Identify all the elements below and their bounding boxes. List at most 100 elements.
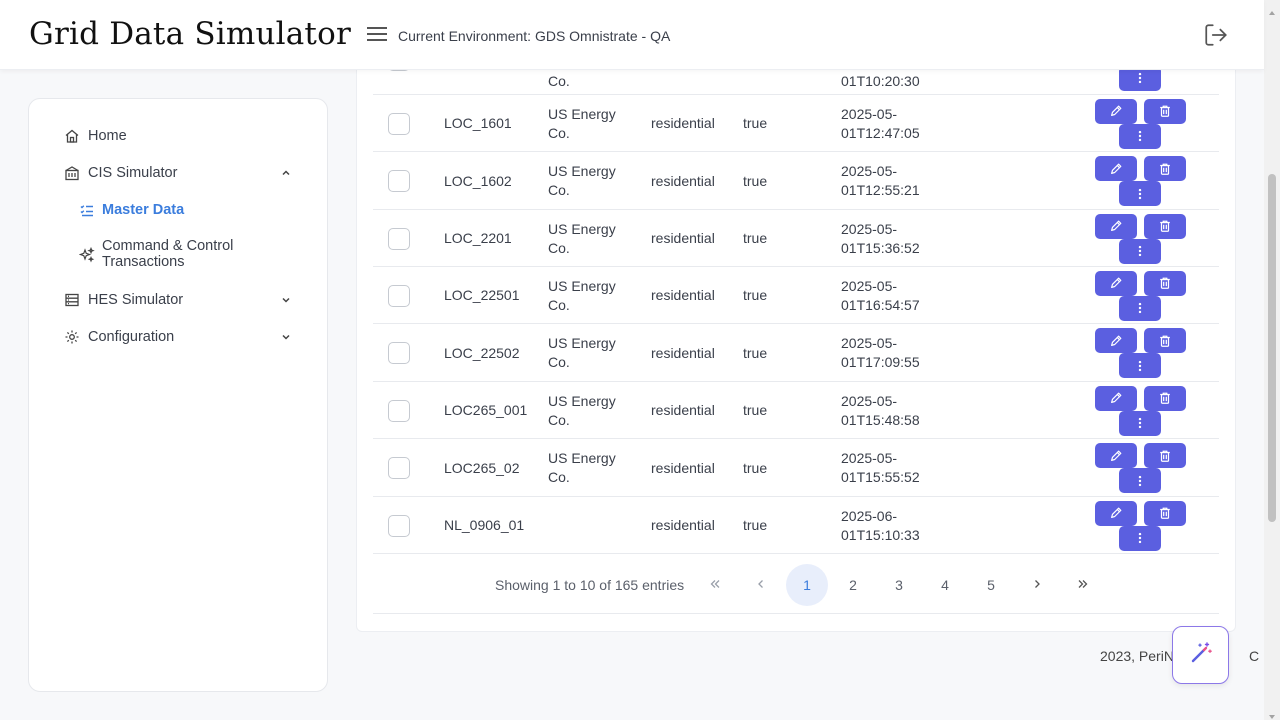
more-actions-button[interactable] (1119, 410, 1161, 436)
edit-button[interactable] (1095, 385, 1137, 411)
first-page-button[interactable] (694, 564, 736, 606)
row-checkbox[interactable] (388, 342, 410, 364)
cell-utility-line2: Co. (548, 411, 570, 428)
cell-utility-line1: US Energy (548, 105, 616, 122)
row-checkbox[interactable] (388, 399, 410, 422)
magic-wand-icon (1188, 640, 1214, 671)
sidebar-item-hes-simulator[interactable]: HES Simulator (29, 291, 327, 309)
cell-date-line2: 01T10:20:30 (841, 72, 920, 89)
sidebar-item-command-control[interactable]: Command & Control Transactions (29, 238, 327, 272)
cell-date-line2: 01T17:09:55 (841, 354, 920, 370)
chevron-up-icon (280, 167, 292, 179)
more-actions-button[interactable] (1119, 238, 1161, 264)
sidebar-item-configuration[interactable]: Configuration (29, 328, 327, 346)
trash-icon (1158, 506, 1172, 520)
pencil-icon (1109, 449, 1123, 463)
magic-wand-button[interactable] (1172, 626, 1229, 684)
cell-utility-line1: US Energy (548, 450, 616, 466)
cell-active: true (743, 344, 768, 361)
more-actions-button[interactable] (1119, 181, 1161, 206)
cell-date-line2: 01T15:48:58 (841, 411, 920, 428)
kebab-menu-icon (1133, 359, 1147, 373)
page-button-5[interactable]: 5 (970, 564, 1012, 606)
prev-page-button[interactable] (740, 564, 782, 606)
next-page-button[interactable] (1016, 564, 1058, 606)
trash-icon (1158, 391, 1172, 405)
sidebar-item-label: CIS Simulator (88, 165, 178, 181)
cell-utility-line1: US Energy (548, 392, 616, 409)
row-checkbox[interactable] (388, 514, 410, 537)
more-actions-button[interactable] (1119, 295, 1161, 321)
cell-location-id: LOC_2201 (444, 230, 512, 246)
cell-utility-line2: Co. (548, 182, 570, 198)
edit-button[interactable] (1095, 500, 1137, 526)
sidebar-item-label: Home (88, 128, 127, 144)
last-page-button[interactable] (1062, 564, 1104, 606)
sidebar-item-label: HES Simulator (88, 292, 184, 308)
edit-button[interactable] (1095, 443, 1137, 468)
delete-button[interactable] (1144, 98, 1186, 124)
edit-button[interactable] (1095, 328, 1137, 353)
scroll-up-arrow-icon[interactable] (1268, 4, 1276, 15)
cell-date-line1: 2025-05- (841, 450, 898, 466)
cell-active: true (743, 230, 768, 246)
edit-button[interactable] (1095, 98, 1137, 124)
cell-date-line2: 01T12:55:21 (841, 182, 920, 198)
delete-button[interactable] (1144, 500, 1186, 526)
chevron-right-icon (1031, 577, 1043, 593)
cell-utility-line2: Co. (548, 124, 570, 141)
more-actions-button[interactable] (1119, 353, 1161, 378)
cell-utility-line2: Co. (548, 354, 570, 370)
delete-button[interactable] (1144, 385, 1186, 411)
more-actions-button[interactable] (1119, 123, 1161, 149)
more-actions-button[interactable] (1119, 525, 1161, 551)
cell-utility-line1: US Energy (548, 335, 616, 351)
row-checkbox[interactable] (388, 112, 410, 135)
pencil-icon (1109, 276, 1123, 290)
row-checkbox[interactable] (388, 170, 410, 192)
cell-type: residential (651, 287, 715, 303)
scrollbar-thumb[interactable] (1268, 174, 1276, 522)
page-button-2[interactable]: 2 (832, 564, 874, 606)
bank-icon (64, 165, 80, 181)
hamburger-menu-icon[interactable] (366, 25, 388, 45)
delete-button[interactable] (1144, 270, 1186, 296)
row-checkbox[interactable] (388, 227, 410, 250)
footer-text-tail: C (1248, 648, 1260, 664)
cell-utility-line2: Co. (548, 469, 570, 485)
edit-button[interactable] (1095, 270, 1137, 296)
sidebar-item-home[interactable]: Home (29, 127, 327, 145)
kebab-menu-icon (1133, 244, 1147, 258)
page-button-3[interactable]: 3 (878, 564, 920, 606)
cell-date-line1: 2025-05- (841, 163, 898, 179)
pencil-icon (1109, 219, 1123, 233)
page-button-4[interactable]: 4 (924, 564, 966, 606)
delete-button[interactable] (1144, 328, 1186, 353)
row-checkbox[interactable] (388, 457, 410, 479)
table-row: LOC265_001 US Energy Co. residential true 202… (373, 382, 1219, 439)
cell-utility-line1 (548, 507, 628, 526)
delete-button[interactable] (1144, 156, 1186, 181)
delete-button[interactable] (1144, 443, 1186, 468)
row-checkbox[interactable] (388, 284, 410, 307)
cell-utility-line1: US Energy (548, 277, 616, 294)
cell-type: residential (651, 459, 715, 476)
cell-date: 2025-05- 01T15:48:58 (841, 392, 920, 430)
more-actions-button[interactable] (1119, 468, 1161, 493)
logout-icon[interactable] (1203, 22, 1229, 48)
sidebar-item-cis-simulator[interactable]: CIS Simulator (29, 164, 327, 182)
trash-icon (1158, 334, 1172, 348)
scroll-down-arrow-icon[interactable] (1268, 708, 1276, 719)
edit-button[interactable] (1095, 156, 1137, 181)
sidebar-item-master-data[interactable]: Master Data (29, 201, 327, 219)
trash-icon (1158, 162, 1172, 176)
trash-icon (1158, 276, 1172, 290)
delete-button[interactable] (1144, 213, 1186, 239)
pencil-icon (1109, 162, 1123, 176)
pencil-icon (1109, 334, 1123, 348)
edit-button[interactable] (1095, 213, 1137, 239)
list-icon (79, 202, 95, 218)
kebab-menu-icon (1133, 474, 1147, 488)
page-button-1[interactable]: 1 (786, 564, 828, 606)
cell-type: residential (651, 402, 715, 418)
